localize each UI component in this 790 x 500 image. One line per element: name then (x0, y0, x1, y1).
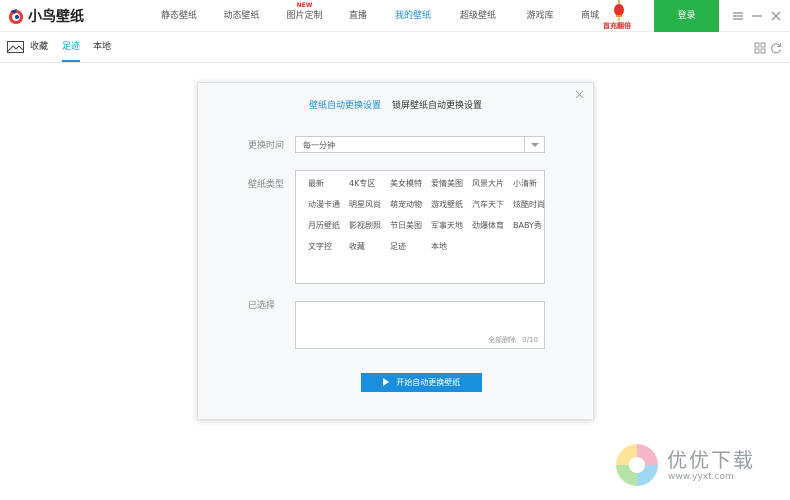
type-option[interactable]: 明星风尚 (349, 199, 390, 220)
minimize-icon[interactable] (750, 9, 764, 23)
lantern-icon (614, 0, 624, 21)
type-option[interactable]: 炫酷时尚 (513, 199, 554, 220)
type-option[interactable]: 4K专区 (349, 178, 390, 199)
tab-history[interactable]: 足迹 (62, 32, 81, 62)
refresh-icon[interactable] (770, 42, 782, 54)
panel-tabs: 壁纸自动更换设置 锁屏壁纸自动更换设置 (198, 98, 593, 111)
type-option[interactable]: 收藏 (349, 241, 390, 262)
types-label: 壁纸类型 (248, 180, 285, 190)
watermark-title: 优优下载 (667, 448, 755, 472)
selected-footer: 全部删除 0/10 (484, 335, 538, 345)
interval-value: 每一分钟 (303, 141, 335, 150)
type-option[interactable]: 节日美图 (390, 220, 431, 241)
app-name: 小鸟壁纸 (28, 9, 84, 25)
login-button[interactable]: 登录 (654, 0, 719, 32)
type-option[interactable]: 劲爆体育 (472, 220, 513, 241)
image-icon (7, 41, 24, 53)
tab-lockscreen-auto-change[interactable]: 锁屏壁纸自动更换设置 (392, 98, 482, 111)
type-option[interactable]: BABY秀 (513, 220, 554, 241)
type-option[interactable]: 汽车天下 (472, 199, 513, 220)
app-logo: 小鸟壁纸 (8, 6, 84, 26)
type-option[interactable]: 爱情美图 (431, 178, 472, 199)
type-option[interactable]: 动漫卡通 (308, 199, 349, 220)
grid-view-icon[interactable] (754, 42, 766, 54)
type-option[interactable]: 萌宠动物 (390, 199, 431, 220)
nav-dynamic-wallpaper[interactable]: 动态壁纸 (210, 0, 273, 32)
type-option[interactable]: 最新 (308, 178, 349, 199)
promo-label: 首充翻倍 (603, 22, 631, 30)
new-badge: NEW (296, 2, 313, 9)
sub-bar: 收藏 足迹 本地 (0, 32, 790, 63)
interval-select[interactable]: 每一分钟 (295, 136, 545, 153)
nav-image-custom-label: 图片定制 (286, 11, 323, 21)
wallpaper-type-box: 最新 4K专区 美女模特 爱情美图 风景大片 小清新 动漫卡通 明星风尚 萌宠动… (295, 170, 545, 284)
nav-game-library[interactable]: 游戏库 (510, 0, 570, 32)
selected-count: 0/10 (522, 336, 538, 344)
type-option[interactable]: 风景大片 (472, 178, 513, 199)
selected-types-box[interactable]: 全部删除 0/10 (295, 301, 545, 349)
tab-local[interactable]: 本地 (93, 32, 111, 62)
type-option[interactable]: 影视剧照 (349, 220, 390, 241)
watermark: 优优下载 www.yyxt.com (612, 440, 782, 488)
close-icon[interactable] (769, 9, 783, 23)
menu-icon[interactable] (731, 9, 745, 23)
type-option[interactable]: 月历壁纸 (308, 220, 349, 241)
interval-label: 更换时间 (248, 141, 285, 151)
nav-my-wallpaper[interactable]: 我的壁纸 (380, 0, 446, 32)
main-nav: 静态壁纸 动态壁纸 NEW 图片定制 直播 我的壁纸 超级壁纸 游戏库 商城 (148, 0, 610, 32)
type-grid: 最新 4K专区 美女模特 爱情美图 风景大片 小清新 动漫卡通 明星风尚 萌宠动… (308, 178, 554, 262)
nav-image-custom[interactable]: NEW 图片定制 (273, 0, 336, 32)
play-icon (382, 377, 389, 386)
tab-wallpaper-auto-change[interactable]: 壁纸自动更换设置 (309, 98, 381, 111)
top-bar: 小鸟壁纸 静态壁纸 动态壁纸 NEW 图片定制 直播 我的壁纸 超级壁纸 游戏库… (0, 0, 790, 32)
promo-banner[interactable]: 首充翻倍 (600, 0, 640, 32)
watermark-url: www.yyxt.com (668, 472, 734, 482)
nav-super-wallpaper[interactable]: 超级壁纸 (446, 0, 510, 32)
chevron-down-icon (524, 137, 544, 152)
type-option[interactable]: 游戏壁纸 (431, 199, 472, 220)
nav-static-wallpaper[interactable]: 静态壁纸 (148, 0, 210, 32)
type-option[interactable]: 军事天地 (431, 220, 472, 241)
clear-all-link[interactable]: 全部删除 (488, 336, 516, 344)
start-button-label: 开始自动更换壁纸 (396, 378, 461, 387)
type-option[interactable]: 本地 (431, 241, 472, 262)
nav-live[interactable]: 直播 (336, 0, 380, 32)
type-option[interactable]: 小清新 (513, 178, 554, 199)
type-option[interactable]: 美女模特 (390, 178, 431, 199)
bird-logo-icon (9, 9, 23, 24)
type-option[interactable]: 足迹 (390, 241, 431, 262)
start-auto-change-button[interactable]: 开始自动更换壁纸 (361, 373, 482, 392)
type-option[interactable]: 文字控 (308, 241, 349, 262)
auto-change-settings-panel: 壁纸自动更换设置 锁屏壁纸自动更换设置 更换时间 每一分钟 壁纸类型 最新 4K… (197, 82, 594, 420)
tab-favorites[interactable]: 收藏 (30, 32, 48, 62)
watermark-logo-icon (616, 444, 658, 486)
selected-label: 已选择 (248, 301, 276, 311)
